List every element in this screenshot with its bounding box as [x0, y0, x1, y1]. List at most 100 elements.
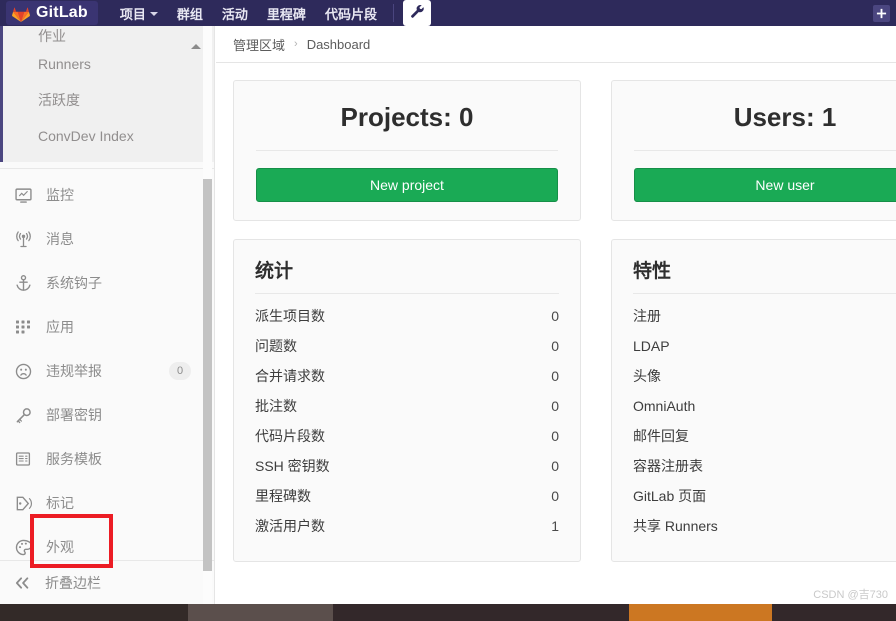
feature-label: LDAP — [633, 337, 670, 354]
feature-label: OmniAuth — [633, 397, 696, 414]
sidebar-subnav-overview: 作业 Runners 活跃度 ConvDev Index — [0, 26, 214, 162]
admin-sidebar: 作业 Runners 活跃度 ConvDev Index 监控 消息 系统钩子 … — [0, 26, 215, 604]
sidebar-item-deploy-keys[interactable]: 部署密钥 — [0, 393, 214, 437]
stat-value: 0 — [551, 457, 559, 474]
nav-link-projects-label: 项目 — [119, 6, 146, 22]
sidebar-item-monitoring-label: 监控 — [46, 187, 74, 203]
taskbar-segment — [188, 604, 333, 621]
chevron-down-icon — [149, 12, 158, 16]
table-row: 问题数 0 — [255, 331, 559, 361]
taskbar-segment — [0, 604, 188, 621]
anchor-icon — [14, 274, 32, 292]
sidebar-scrollbar-thumb[interactable] — [203, 179, 212, 571]
feature-label: GitLab 页面 — [633, 487, 707, 504]
table-row: 合并请求数 0 — [255, 361, 559, 391]
palette-icon — [14, 538, 32, 556]
table-row: GitLab 页面 — [633, 481, 896, 511]
sidebar-item-abuse-reports[interactable]: 违规举报 0 — [0, 349, 214, 393]
stat-label: 激活用户数 — [255, 517, 325, 534]
sidebar-item-messages-label: 消息 — [46, 231, 74, 247]
sidebar-item-labels-label: 标记 — [46, 495, 74, 511]
summary-cards-row: Projects: 0 New project Users: 1 New use… — [216, 63, 896, 221]
sidebar-item-messages[interactable]: 消息 — [0, 217, 214, 261]
breadcrumb-admin-area[interactable]: 管理区域 — [233, 35, 285, 54]
nav-link-groups[interactable]: 群组 — [177, 4, 203, 23]
new-user-button[interactable]: New user — [634, 167, 896, 202]
feature-label: 共享 Runners — [633, 517, 718, 534]
stat-value: 1 — [551, 517, 559, 534]
broadcast-icon — [14, 230, 32, 248]
projects-card-divider — [256, 149, 558, 151]
abuse-face-icon — [14, 362, 32, 380]
key-icon — [14, 406, 32, 424]
table-row: 注册 — [633, 301, 896, 331]
sidebar-item-system-hooks[interactable]: 系统钩子 — [0, 261, 214, 305]
new-project-button[interactable]: New project — [256, 167, 558, 202]
stat-label: SSH 密钥数 — [255, 457, 330, 474]
nav-link-projects[interactable]: 项目 — [120, 4, 158, 23]
stat-value: 0 — [551, 397, 559, 414]
stat-value: 0 — [551, 367, 559, 384]
sidebar-item-appearance-label: 外观 — [46, 539, 74, 555]
features-card: 特性 注册 LDAP 头像 OmniAuth 邮件回复 容器注册表 GitLab… — [611, 238, 896, 562]
breadcrumb-dashboard[interactable]: Dashboard — [307, 37, 371, 52]
table-row: 派生项目数 0 — [255, 301, 559, 331]
stat-value: 0 — [551, 427, 559, 444]
sidebar-item-service-templates[interactable]: 服务模板 — [0, 437, 214, 481]
feature-label: 邮件回复 — [633, 427, 689, 444]
taskbar-segment-active[interactable] — [629, 604, 772, 621]
table-row: OmniAuth — [633, 391, 896, 421]
stat-value: 0 — [551, 487, 559, 504]
breadcrumb-separator-icon: › — [294, 38, 298, 50]
gitlab-brand-home-link[interactable]: GitLab — [6, 1, 98, 25]
stat-value: 0 — [551, 337, 559, 354]
watermark: CSDN @吉730 — [813, 589, 888, 601]
double-chevron-left-icon — [14, 576, 31, 590]
gitlab-fox-logo-icon — [12, 5, 30, 22]
monitor-icon — [14, 186, 32, 204]
table-row: 容器注册表 — [633, 451, 896, 481]
collapse-sidebar-label: 折叠边栏 — [45, 574, 101, 591]
table-row: SSH 密钥数 0 — [255, 451, 559, 481]
statistics-card-title: 统计 — [255, 260, 294, 282]
stat-value: 0 — [551, 307, 559, 324]
table-row: LDAP — [633, 331, 896, 361]
sidebar-subitem-convdev-index[interactable]: ConvDev Index — [3, 118, 214, 154]
nav-link-milestones[interactable]: 里程碑 — [267, 4, 306, 23]
nav-link-snippets[interactable]: 代码片段 — [325, 4, 377, 23]
stat-label: 里程碑数 — [255, 487, 311, 504]
os-taskbar — [0, 604, 896, 621]
stat-label: 批注数 — [255, 397, 297, 414]
taskbar-segment — [333, 604, 629, 621]
nav-link-activity[interactable]: 活动 — [222, 4, 248, 23]
sidebar-item-deploy-keys-label: 部署密钥 — [46, 407, 102, 423]
wrench-icon — [410, 4, 424, 23]
statistics-card-divider — [255, 292, 559, 294]
navbar-links: 项目 群组 活动 里程碑 代码片段 — [120, 4, 377, 23]
stat-label: 派生项目数 — [255, 307, 325, 324]
sidebar-subitem-runners[interactable]: Runners — [3, 46, 214, 82]
sidebar-item-applications[interactable]: 应用 — [0, 305, 214, 349]
projects-card: Projects: 0 New project — [233, 80, 581, 221]
users-card: Users: 1 New user — [611, 80, 896, 221]
caret-up-icon[interactable] — [191, 44, 201, 49]
sidebar-divider — [0, 168, 214, 169]
main-content: 管理区域 › Dashboard Projects: 0 New project… — [216, 26, 896, 604]
sidebar-subitem-jobs[interactable]: 作业 — [3, 26, 214, 46]
table-row: 批注数 0 — [255, 391, 559, 421]
plus-icon — [876, 8, 887, 19]
admin-area-button[interactable] — [402, 0, 431, 26]
breadcrumb: 管理区域 › Dashboard — [216, 26, 896, 62]
sidebar-item-system-hooks-label: 系统钩子 — [46, 275, 102, 291]
sidebar-item-monitoring[interactable]: 监控 — [0, 173, 214, 217]
new-item-button[interactable] — [873, 4, 890, 22]
feature-label: 头像 — [633, 367, 661, 384]
sidebar-item-abuse-reports-label: 违规举报 — [46, 363, 102, 379]
sidebar-item-labels[interactable]: 标记 — [0, 481, 214, 525]
tag-icon — [14, 494, 32, 512]
table-row: 里程碑数 0 — [255, 481, 559, 511]
collapse-sidebar-button[interactable]: 折叠边栏 — [0, 560, 214, 604]
gitlab-admin-dashboard: GitLab 项目 群组 活动 里程碑 代码片段 作业 Runners 活跃度 … — [0, 0, 896, 621]
users-count-title: Users: 1 — [733, 102, 837, 132]
sidebar-subitem-activity[interactable]: 活跃度 — [3, 82, 214, 118]
